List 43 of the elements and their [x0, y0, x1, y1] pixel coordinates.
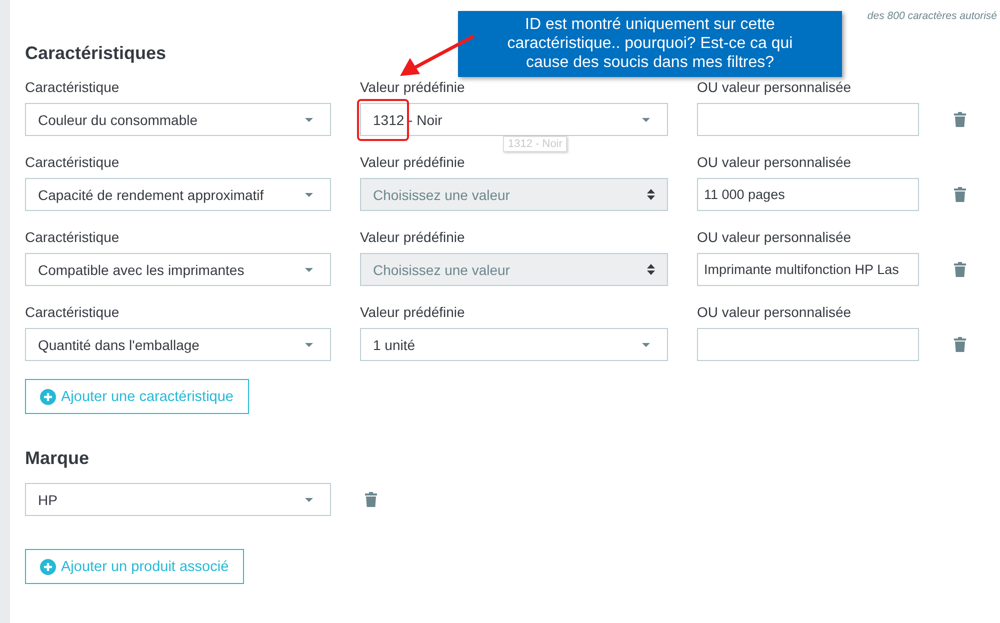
field-label: OU valeur personnalisée: [697, 79, 852, 96]
character-counter: des 800 caractères autorisé: [867, 10, 997, 22]
plus-icon: [40, 388, 56, 404]
field-label: Valeur prédéfinie: [360, 229, 465, 246]
field-label: Valeur prédéfinie: [360, 79, 465, 96]
highlight-box: [357, 99, 409, 141]
custom-value-field[interactable]: 11 000 pages: [697, 178, 919, 211]
custom-value-field[interactable]: Imprimante multifonction HP Las: [697, 253, 919, 286]
caret-icon: [305, 268, 313, 272]
field-label: OU valeur personnalisée: [697, 154, 852, 171]
annotation-callout: ID est montré uniquement sur cette caractéristique.. pourquoi? Est-ce ca qui cause des soucis dans mes filtres?: [458, 11, 842, 77]
custom-value-field[interactable]: [697, 103, 919, 136]
sort-arrows-icon: [647, 189, 655, 200]
field-label: Caractéristique: [25, 229, 120, 246]
feature-select[interactable]: Quantité dans l'emballage: [25, 328, 331, 361]
field-label: OU valeur personnalisée: [697, 304, 852, 321]
caret-icon: [642, 342, 650, 346]
feature-select[interactable]: Compatible avec les imprimantes: [25, 253, 331, 286]
plus-icon: [40, 558, 56, 574]
trash-icon[interactable]: [954, 337, 966, 352]
field-label: Caractéristique: [25, 154, 120, 171]
caret-icon: [305, 192, 313, 196]
trash-icon[interactable]: [365, 492, 377, 507]
feature-select[interactable]: Capacité de rendement approximatif: [25, 178, 331, 211]
field-label: Valeur prédéfinie: [360, 154, 465, 171]
trash-icon[interactable]: [954, 262, 966, 277]
trash-icon[interactable]: [954, 187, 966, 202]
field-label: OU valeur personnalisée: [697, 229, 852, 246]
value-select[interactable]: 1 unité: [360, 328, 668, 361]
feature-select[interactable]: Couleur du consommable: [25, 103, 331, 136]
field-label: Caractéristique: [25, 79, 120, 96]
trash-icon[interactable]: [954, 112, 966, 127]
field-label: Valeur prédéfinie: [360, 304, 465, 321]
section-title: Marque: [25, 447, 90, 469]
caret-icon: [642, 118, 650, 122]
caret-icon: [305, 118, 313, 122]
brand-select[interactable]: HP: [25, 483, 331, 516]
field-label: Caractéristique: [25, 304, 120, 321]
section-title: Caractéristiques: [25, 42, 166, 64]
caret-icon: [305, 498, 313, 502]
custom-value-field[interactable]: [697, 328, 919, 361]
sort-arrows-icon: [647, 264, 655, 275]
caret-icon: [305, 342, 313, 346]
